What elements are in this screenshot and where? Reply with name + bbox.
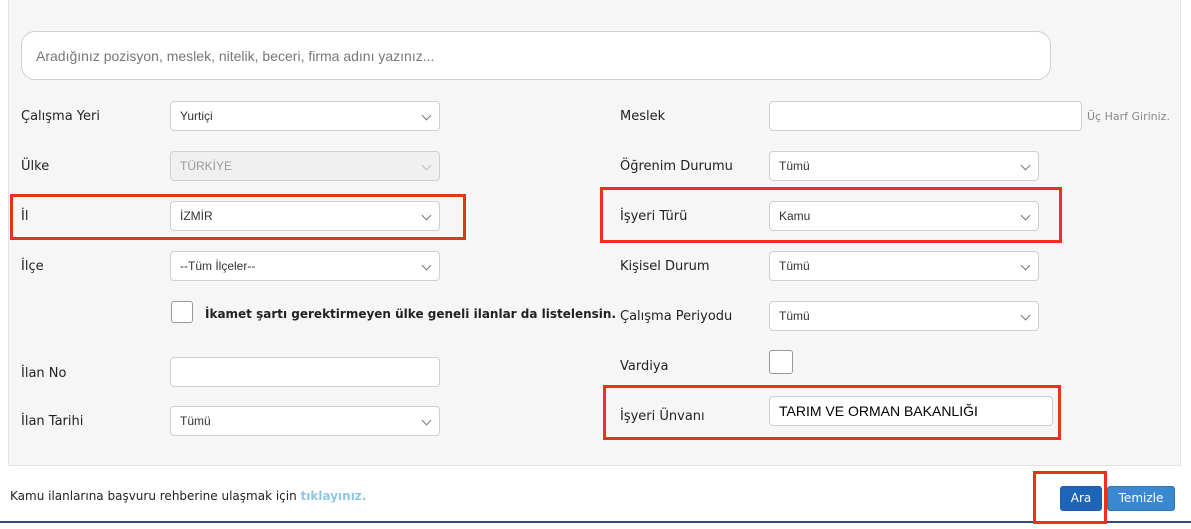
isyeri-turu-value: Kamu xyxy=(779,209,811,223)
chevron-down-icon xyxy=(1020,210,1031,221)
meslek-label: Meslek xyxy=(620,109,666,124)
il-select[interactable]: İZMİR xyxy=(170,201,440,231)
chevron-down-icon xyxy=(421,110,432,121)
kisisel-value: Tümü xyxy=(779,259,810,273)
ilan-tarihi-label: İlan Tarihi xyxy=(21,414,84,429)
isyeri-unvani-input[interactable] xyxy=(769,396,1053,426)
footer-text-row: Kamu ilanlarına başvuru rehberine ulaşma… xyxy=(10,489,366,503)
kisisel-label: Kişisel Durum xyxy=(620,259,710,274)
vardiya-label: Vardiya xyxy=(620,359,669,374)
ilce-label: İlçe xyxy=(21,259,44,274)
chevron-down-icon xyxy=(421,160,432,171)
meslek-input[interactable] xyxy=(769,101,1082,131)
ulke-select: TÜRKİYE xyxy=(170,151,440,181)
il-value: İZMİR xyxy=(180,209,213,223)
temizle-button[interactable]: Temizle xyxy=(1107,486,1175,511)
isyeri-turu-select[interactable]: Kamu xyxy=(769,201,1039,231)
ogrenim-value: Tümü xyxy=(779,159,810,173)
ara-button[interactable]: Ara xyxy=(1060,486,1102,511)
ulke-value: TÜRKİYE xyxy=(180,159,233,173)
chevron-down-icon xyxy=(1020,160,1031,171)
ikamet-checkbox[interactable] xyxy=(171,301,193,323)
isyeri-turu-label: İşyeri Türü xyxy=(620,209,688,224)
chevron-down-icon xyxy=(421,260,432,271)
guide-link[interactable]: tıklayınız. xyxy=(301,489,367,503)
ilan-tarihi-value: Tümü xyxy=(180,414,211,428)
periyod-select[interactable]: Tümü xyxy=(769,301,1039,331)
chevron-down-icon xyxy=(421,415,432,426)
kisisel-select[interactable]: Tümü xyxy=(769,251,1039,281)
periyod-label: Çalışma Periyodu xyxy=(620,309,733,324)
chevron-down-icon xyxy=(421,210,432,221)
ilan-no-input[interactable] xyxy=(170,357,440,387)
footer-text: Kamu ilanlarına başvuru rehberine ulaşma… xyxy=(10,489,297,503)
chevron-down-icon xyxy=(1020,260,1031,271)
periyod-value: Tümü xyxy=(779,309,810,323)
ilce-select[interactable]: --Tüm İlçeler-- xyxy=(170,251,440,281)
ilce-value: --Tüm İlçeler-- xyxy=(180,259,256,273)
il-label: İl xyxy=(21,209,29,224)
ogrenim-select[interactable]: Tümü xyxy=(769,151,1039,181)
ikamet-label: İkamet şartı gerektirmeyen ülke geneli i… xyxy=(205,307,617,321)
calisma-yeri-select[interactable]: Yurtiçi xyxy=(170,101,440,131)
footer-divider xyxy=(0,521,1191,523)
search-input[interactable] xyxy=(21,31,1051,80)
isyeri-unvani-label: İşyeri Ünvanı xyxy=(620,409,705,424)
meslek-hint: Üç Harf Giriniz. xyxy=(1087,110,1170,123)
ilan-tarihi-select[interactable]: Tümü xyxy=(170,406,440,436)
ogrenim-label: Öğrenim Durumu xyxy=(620,159,733,174)
calisma-yeri-value: Yurtiçi xyxy=(180,109,213,123)
ilan-no-label: İlan No xyxy=(21,366,67,381)
chevron-down-icon xyxy=(1020,310,1031,321)
calisma-yeri-label: Çalışma Yeri xyxy=(21,109,100,124)
vardiya-checkbox[interactable] xyxy=(769,350,793,374)
ulke-label: Ülke xyxy=(21,159,50,174)
